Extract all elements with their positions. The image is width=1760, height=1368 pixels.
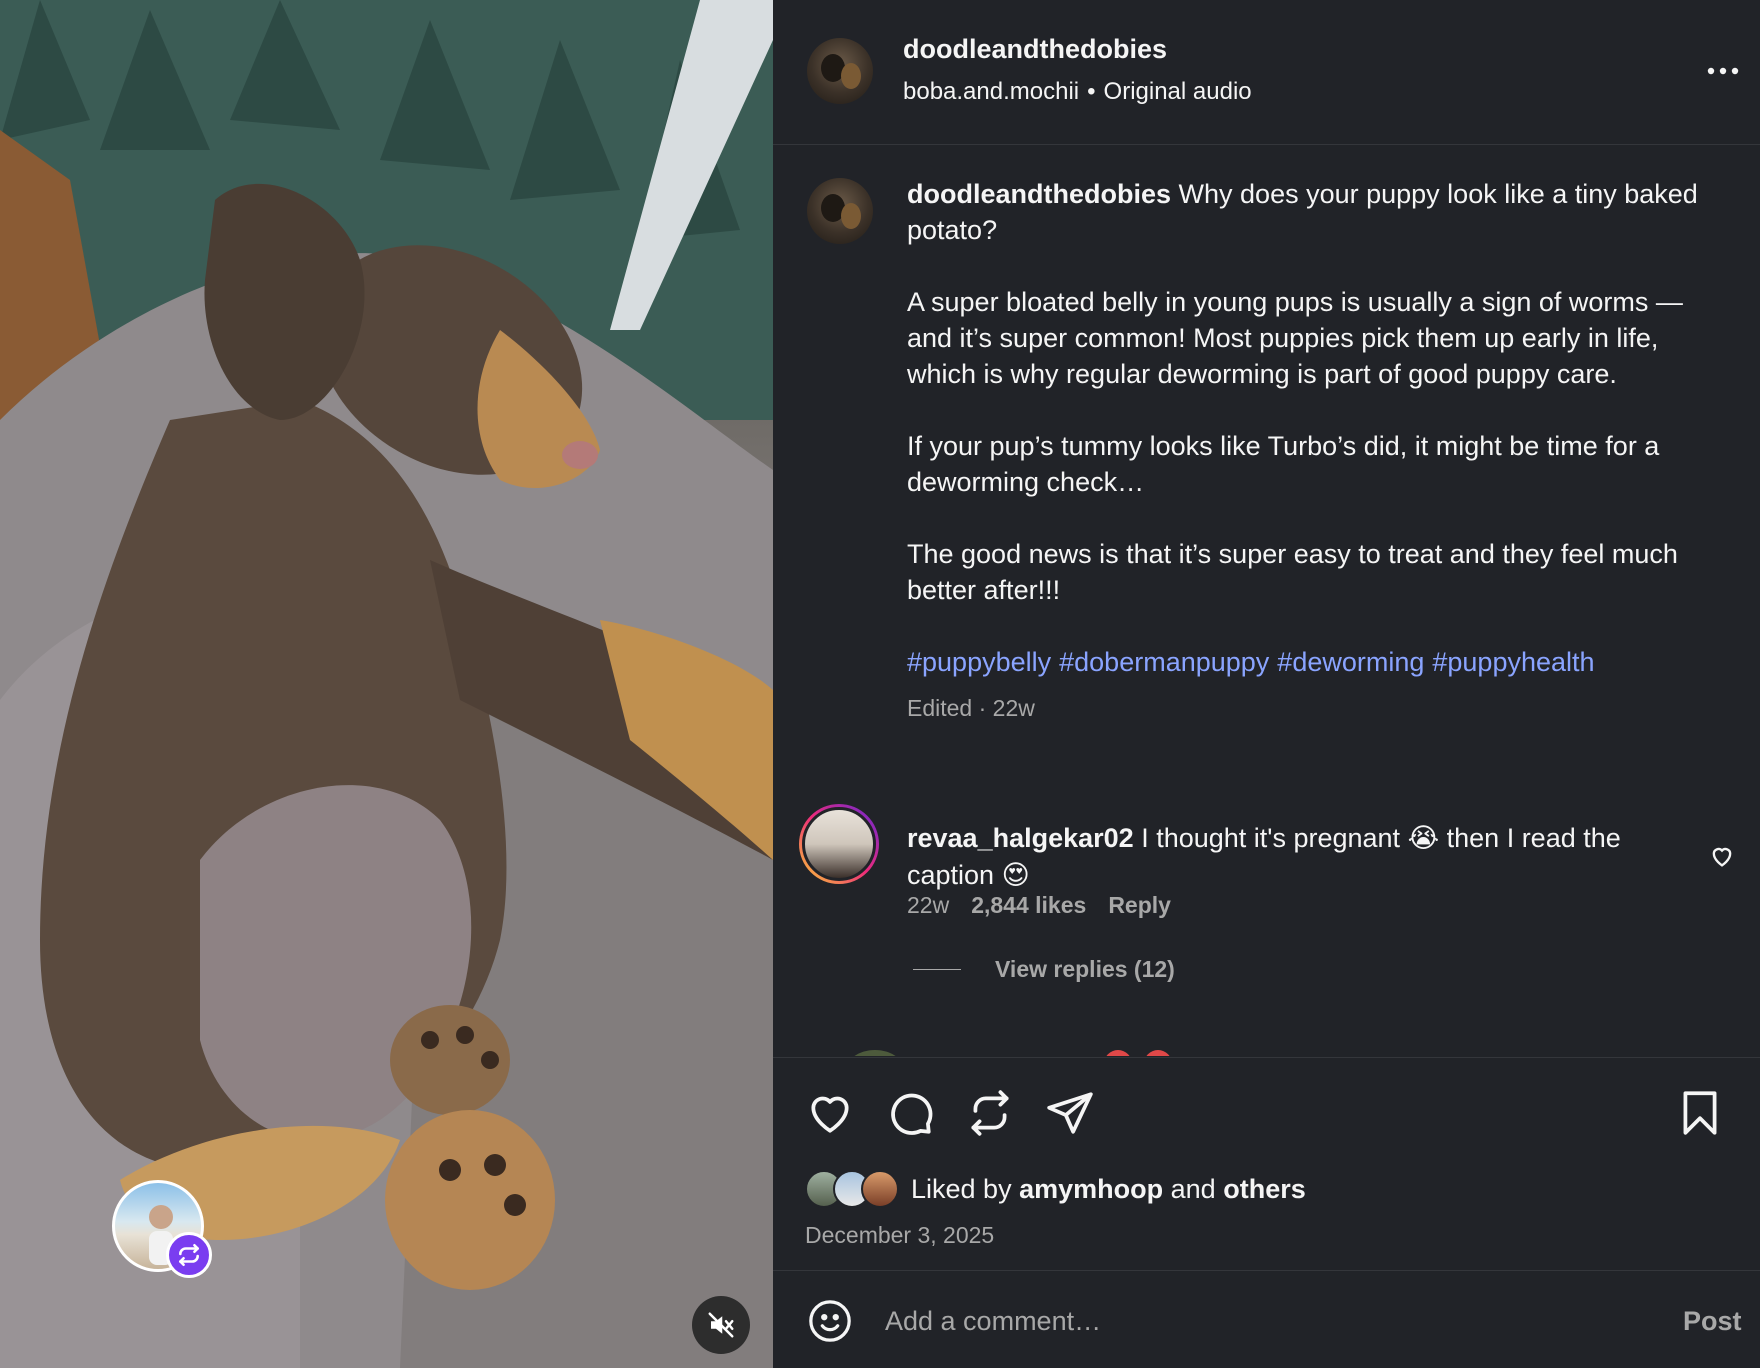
- loudly-crying-emoji: 😭: [1407, 823, 1440, 854]
- author-avatar[interactable]: [807, 38, 873, 104]
- comments-scroll-area[interactable]: doodleandthedobies Why does your puppy l…: [773, 146, 1760, 1056]
- caption-username[interactable]: doodleandthedobies: [907, 179, 1171, 209]
- post-media[interactable]: [0, 0, 773, 1368]
- emoji-picker-button[interactable]: [807, 1298, 853, 1344]
- more-horizontal-icon: [1707, 67, 1739, 75]
- comment-time: 22w: [907, 892, 950, 918]
- hashtag-link[interactable]: #deworming: [1277, 647, 1424, 677]
- bookmark-icon: [1683, 1091, 1717, 1135]
- author-username[interactable]: doodleandthedobies: [903, 34, 1167, 65]
- post-details-panel: doodleandthedobies boba.and.mochii • Origi…: [773, 0, 1760, 1368]
- liked-by-others-link[interactable]: others: [1223, 1174, 1306, 1205]
- post-comment-button[interactable]: Post: [1683, 1306, 1742, 1337]
- post-actions-bar: Liked by amymhoop and others December 3,…: [773, 1057, 1760, 1271]
- liked-by-summary: Liked by amymhoop and others: [805, 1170, 1306, 1208]
- puppy-photo: [0, 0, 773, 1368]
- heart-icon: [811, 1096, 849, 1133]
- liked-by-prefix: Liked by: [911, 1173, 1012, 1204]
- post-viewer: doodleandthedobies boba.and.mochii • Origi…: [0, 0, 1760, 1368]
- smiley-icon: [809, 1300, 851, 1342]
- caption-meta: Edited · 22w: [907, 695, 1035, 721]
- caption-paragraph: A super bloated belly in young pups is u…: [907, 287, 1683, 389]
- liker-avatars[interactable]: [805, 1170, 899, 1208]
- original-audio-link[interactable]: Original audio: [1104, 78, 1252, 105]
- add-comment-bar: Post: [773, 1272, 1760, 1368]
- comment-bubble-icon: [891, 1093, 933, 1135]
- like-button[interactable]: [805, 1088, 855, 1138]
- mute-toggle-button[interactable]: [692, 1296, 750, 1354]
- audio-user-link[interactable]: boba.and.mochii: [903, 78, 1079, 105]
- audio-attribution: boba.and.mochii • Original audio: [903, 78, 1252, 106]
- comment-input[interactable]: [885, 1300, 1525, 1342]
- heart-icon: [1712, 847, 1732, 867]
- repost-icon: [971, 1090, 1009, 1136]
- view-replies-button[interactable]: View replies (12): [913, 956, 1175, 983]
- post-date[interactable]: December 3, 2025: [805, 1222, 994, 1249]
- liker-avatar: [861, 1170, 899, 1208]
- caption-paragraph: If your pup’s tummy looks like Turbo’s d…: [907, 431, 1660, 497]
- separator-dot: •: [1087, 78, 1096, 105]
- comment-likes-count[interactable]: 2,844 likes: [971, 892, 1086, 918]
- caption-author-avatar[interactable]: [807, 178, 873, 244]
- comment-like-button[interactable]: [1708, 842, 1736, 870]
- comment-text: revaa_halgekar02 I thought it's pregnant…: [907, 820, 1687, 894]
- repost-button[interactable]: [965, 1088, 1015, 1138]
- caption-paragraph: The good news is that it’s super easy to…: [907, 539, 1678, 605]
- hashtag-list: #puppybelly #dobermanpuppy #deworming #pupp…: [907, 644, 1707, 680]
- next-comment-partial: [813, 1036, 1713, 1056]
- comment-actions: 22w 2,844 likes Reply: [907, 892, 1193, 919]
- send-icon: [1047, 1092, 1093, 1134]
- view-replies-label: View replies (12): [995, 956, 1175, 982]
- post-caption: doodleandthedobies Why does your puppy l…: [907, 176, 1707, 726]
- reply-button[interactable]: Reply: [1108, 892, 1171, 918]
- share-button[interactable]: [1045, 1088, 1095, 1138]
- divider-line: [913, 969, 961, 970]
- hashtag-link[interactable]: #puppybelly: [907, 647, 1051, 677]
- remix-badge-icon: [166, 1232, 212, 1278]
- hashtag-link[interactable]: #dobermanpuppy: [1059, 647, 1269, 677]
- comment-body: I thought it's pregnant: [1141, 823, 1401, 853]
- liked-by-user[interactable]: amymhoop: [1019, 1174, 1163, 1205]
- save-button[interactable]: [1675, 1088, 1725, 1138]
- comment-button[interactable]: [885, 1088, 935, 1138]
- more-options-button[interactable]: [1701, 56, 1745, 86]
- commenter-avatar[interactable]: [799, 804, 879, 884]
- commenter-username[interactable]: revaa_halgekar02: [907, 823, 1134, 853]
- post-header: doodleandthedobies boba.and.mochii • Origi…: [773, 0, 1760, 145]
- speaker-muted-icon: [708, 1312, 734, 1338]
- liked-by-conjunction: and: [1170, 1173, 1216, 1204]
- heart-eyes-emoji: 😍: [1001, 860, 1030, 891]
- hashtag-link[interactable]: #puppyhealth: [1432, 647, 1594, 677]
